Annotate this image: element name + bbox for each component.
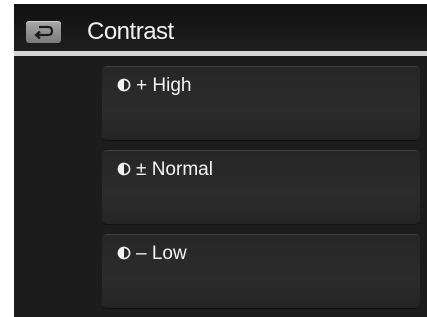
camera-menu-screen: Contrast + High ± Normal – Low: [14, 4, 427, 317]
option-high[interactable]: + High: [102, 66, 420, 140]
back-button[interactable]: [26, 21, 61, 43]
contrast-options-list: + High ± Normal – Low: [14, 56, 427, 317]
page-title: Contrast: [87, 18, 174, 45]
option-label: ± Normal: [136, 159, 213, 180]
option-low[interactable]: – Low: [102, 234, 420, 308]
contrast-icon: [117, 78, 131, 92]
contrast-icon: [117, 162, 131, 176]
option-label: + High: [136, 75, 192, 96]
back-arrow-icon: [34, 25, 54, 39]
contrast-icon: [117, 246, 131, 260]
option-label: – Low: [136, 243, 187, 264]
option-normal[interactable]: ± Normal: [102, 150, 420, 224]
menu-header: Contrast: [14, 4, 427, 51]
